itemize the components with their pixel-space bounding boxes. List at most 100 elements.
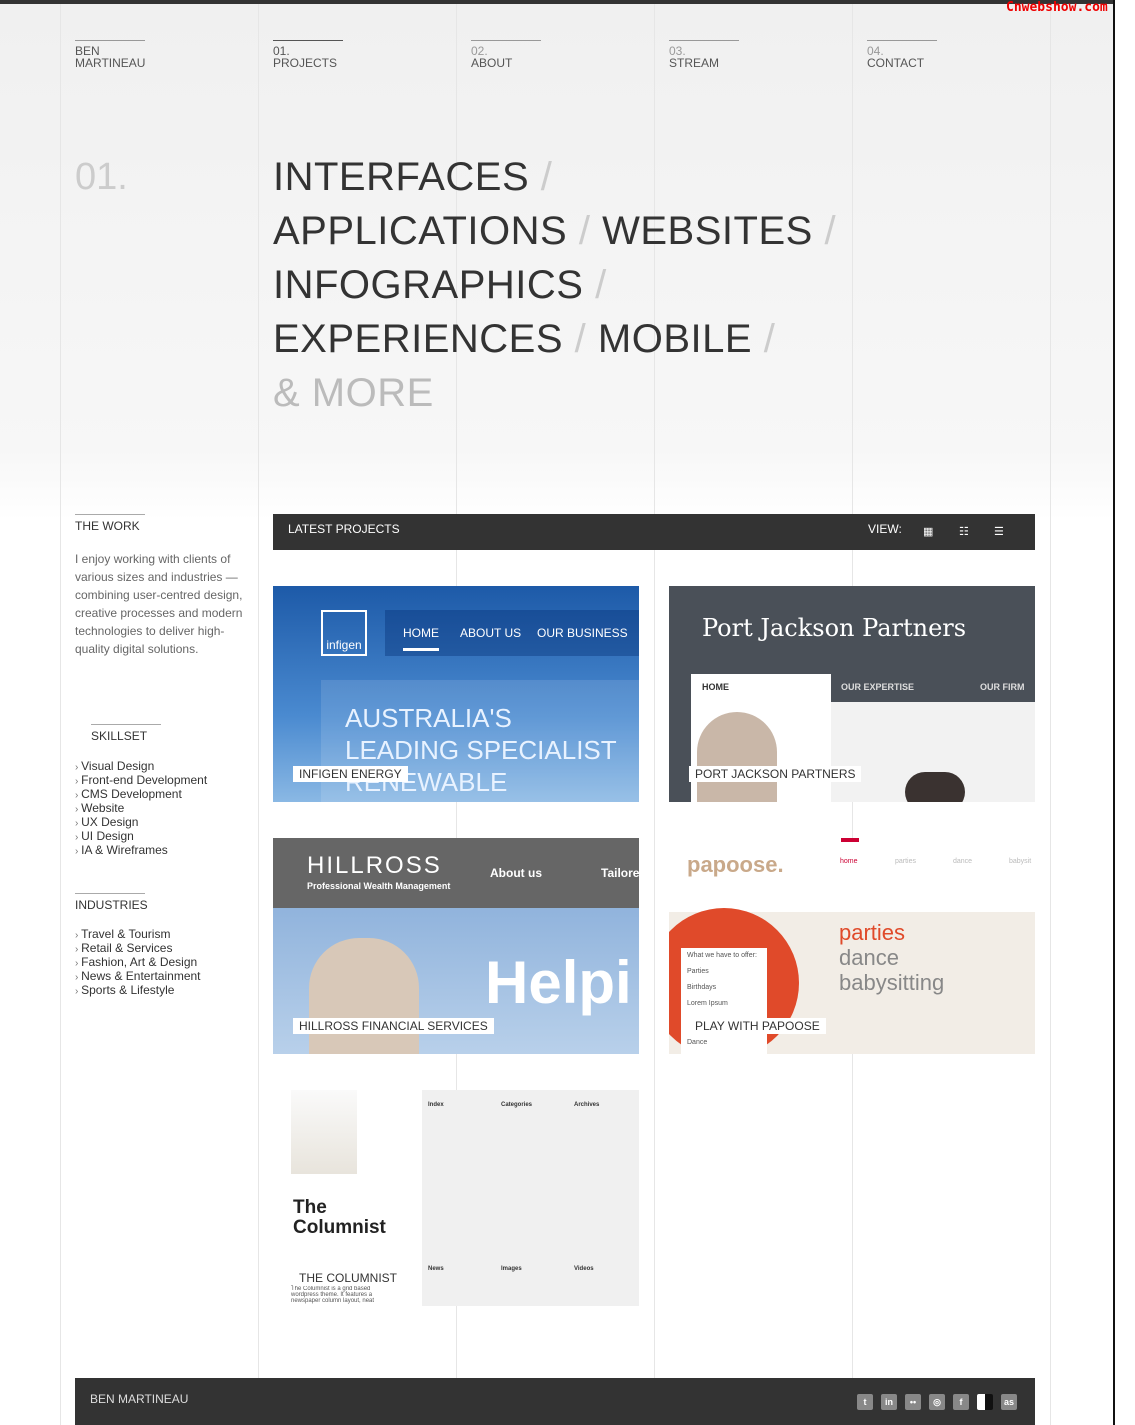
industry-item: Fashion, Art & Design <box>75 956 201 970</box>
thumb-nav: dance <box>953 858 973 865</box>
hero-word: MOBILE <box>597 317 753 361</box>
thumb-text: LEADING SPECIALIST <box>345 735 617 765</box>
nav-label: PROJECTS <box>273 56 338 70</box>
projects-bar: LATEST PROJECTS VIEW: ▦ ☷ ☰ <box>273 514 1035 550</box>
nav-contact[interactable]: 04. CONTACT <box>867 40 937 69</box>
facebook-icon[interactable]: f <box>953 1394 969 1410</box>
skill-item: CMS Development <box>75 788 207 802</box>
hillross-logo: HILLROSS <box>307 852 442 879</box>
project-caption: PLAY WITH PAPOOSE <box>689 1018 826 1034</box>
thumb-nav: OUR BUSINESS <box>537 626 628 640</box>
separator: / <box>763 317 776 361</box>
list-icon[interactable]: ☰ <box>994 527 1006 538</box>
thumb-nav: home <box>840 858 858 865</box>
hero-more: & MORE <box>273 371 434 415</box>
linkedin-icon[interactable]: in <box>881 1394 897 1410</box>
hero-word: EXPERIENCES <box>273 317 564 361</box>
footer: BEN MARTINEAU t in •• ◎ f as <box>75 1378 1035 1425</box>
work-title: THE WORK <box>75 514 145 533</box>
project-port-jackson[interactable]: Port Jackson Partners HOME OUR EXPERTISE… <box>669 586 1035 802</box>
papoose-logo: papoose. <box>687 852 784 877</box>
thumb-nav: ABOUT US <box>460 626 522 640</box>
thumb-col: News <box>428 1266 444 1272</box>
industries-list: Travel & TourismRetail & ServicesFashion… <box>75 928 201 998</box>
skill-item: Front-end Development <box>75 774 207 788</box>
hero-headline: INTERFACES / APPLICATIONS / WEBSITES / I… <box>273 150 836 420</box>
nav-projects[interactable]: 01. PROJECTS <box>273 40 343 69</box>
grid-line <box>1050 4 1051 1425</box>
thumb-text: AUSTRALIA'S <box>345 703 512 733</box>
nav-label: ABOUT <box>471 56 513 70</box>
industry-item: Travel & Tourism <box>75 928 201 942</box>
separator: / <box>540 155 553 199</box>
hero-word: INFOGRAPHICS <box>273 263 584 307</box>
thumb-menu: Birthdays <box>687 984 717 991</box>
thumb-text: Helpi <box>485 949 632 1016</box>
thumb-nav: About us <box>490 866 542 880</box>
nav-stream[interactable]: 03. STREAM <box>669 40 739 69</box>
hero-word: INTERFACES <box>273 155 530 199</box>
thumb-col: Categories <box>501 1102 533 1108</box>
nav-label: CONTACT <box>867 56 925 70</box>
thumb-list-icon[interactable]: ☷ <box>959 527 971 538</box>
thumb-nav: parties <box>895 858 917 865</box>
nav-about[interactable]: 02. ABOUT <box>471 40 541 69</box>
thumb-text: dance <box>839 945 899 970</box>
skillset-title: SKILLSET <box>91 724 161 743</box>
skills-list: Visual DesignFront-end DevelopmentCMS De… <box>75 760 207 858</box>
flickr-icon[interactable]: •• <box>905 1394 921 1410</box>
nav-home[interactable]: BEN MARTINEAU <box>75 40 145 69</box>
project-caption: HILLROSS FINANCIAL SERVICES <box>293 1018 494 1034</box>
industry-item: Retail & Services <box>75 942 201 956</box>
view-label: VIEW: <box>868 522 902 536</box>
lastfm-icon[interactable]: as <box>1001 1394 1017 1410</box>
scrollbar[interactable] <box>1115 0 1135 1425</box>
thumb-sub: Professional Wealth Management <box>307 881 451 891</box>
top-border <box>0 0 1135 4</box>
grid-line <box>60 4 61 1425</box>
separator: / <box>595 263 607 307</box>
skill-item: UX Design <box>75 816 207 830</box>
separator: / <box>578 209 591 253</box>
thumb-nav: OUR EXPERTISE <box>841 682 915 692</box>
industries-title: INDUSTRIES <box>75 893 148 912</box>
projects-bar-title: LATEST PROJECTS <box>288 522 400 536</box>
skill-item: UI Design <box>75 830 207 844</box>
twitter-icon[interactable]: t <box>857 1394 873 1410</box>
thumb-col: Index <box>428 1102 444 1108</box>
project-columnist[interactable]: The Columnist The Columnist is a grid ba… <box>273 1090 639 1306</box>
project-infigen[interactable]: infigen HOME ABOUT US OUR BUSINESS AUSTR… <box>273 586 639 802</box>
grid-icon[interactable]: ▦ <box>923 527 935 538</box>
work-text: I enjoy working with clients of various … <box>75 552 243 656</box>
thumb-nav: babysit <box>1009 858 1032 865</box>
thumb-text: babysitting <box>839 970 945 995</box>
nav-label: STREAM <box>669 56 720 70</box>
skill-item: IA & Wireframes <box>75 844 207 858</box>
project-caption: INFIGEN ENERGY <box>293 766 408 782</box>
thumb-nav: HOME <box>702 682 729 692</box>
thumb-col: Videos <box>574 1266 594 1272</box>
project-hillross[interactable]: HILLROSS Professional Wealth Management … <box>273 838 639 1054</box>
thumb-title: Port Jackson Partners <box>702 614 967 642</box>
hero-word: WEBSITES <box>602 209 813 253</box>
industry-item: News & Entertainment <box>75 970 200 984</box>
project-papoose[interactable]: papoose. home parties dance babysit What… <box>669 838 1035 1054</box>
section-number: 01. <box>75 156 128 198</box>
thumb-text: parties <box>839 920 906 945</box>
thumb-menu: Dance <box>687 1037 708 1049</box>
hero-word: APPLICATIONS <box>273 209 568 253</box>
grid-line <box>258 4 259 1425</box>
industry-item: Sports & Lifestyle <box>75 984 201 998</box>
thumb-menu: Lorem Ipsum <box>687 1000 728 1007</box>
dribbble-icon[interactable]: ◎ <box>929 1394 945 1410</box>
thumb-nav: Tailore <box>601 866 639 880</box>
project-caption: PORT JACKSON PARTNERS <box>689 766 862 782</box>
separator: / <box>574 317 587 361</box>
nav-label: MARTINEAU <box>75 56 146 70</box>
skill-item: Website <box>75 802 207 816</box>
thumb-nav: HOME <box>403 626 439 651</box>
footer-name: BEN MARTINEAU <box>90 1392 189 1406</box>
thumb-col: Archives <box>574 1102 600 1108</box>
delicious-icon[interactable] <box>977 1394 993 1410</box>
thumb-menu: Parties <box>687 968 709 975</box>
